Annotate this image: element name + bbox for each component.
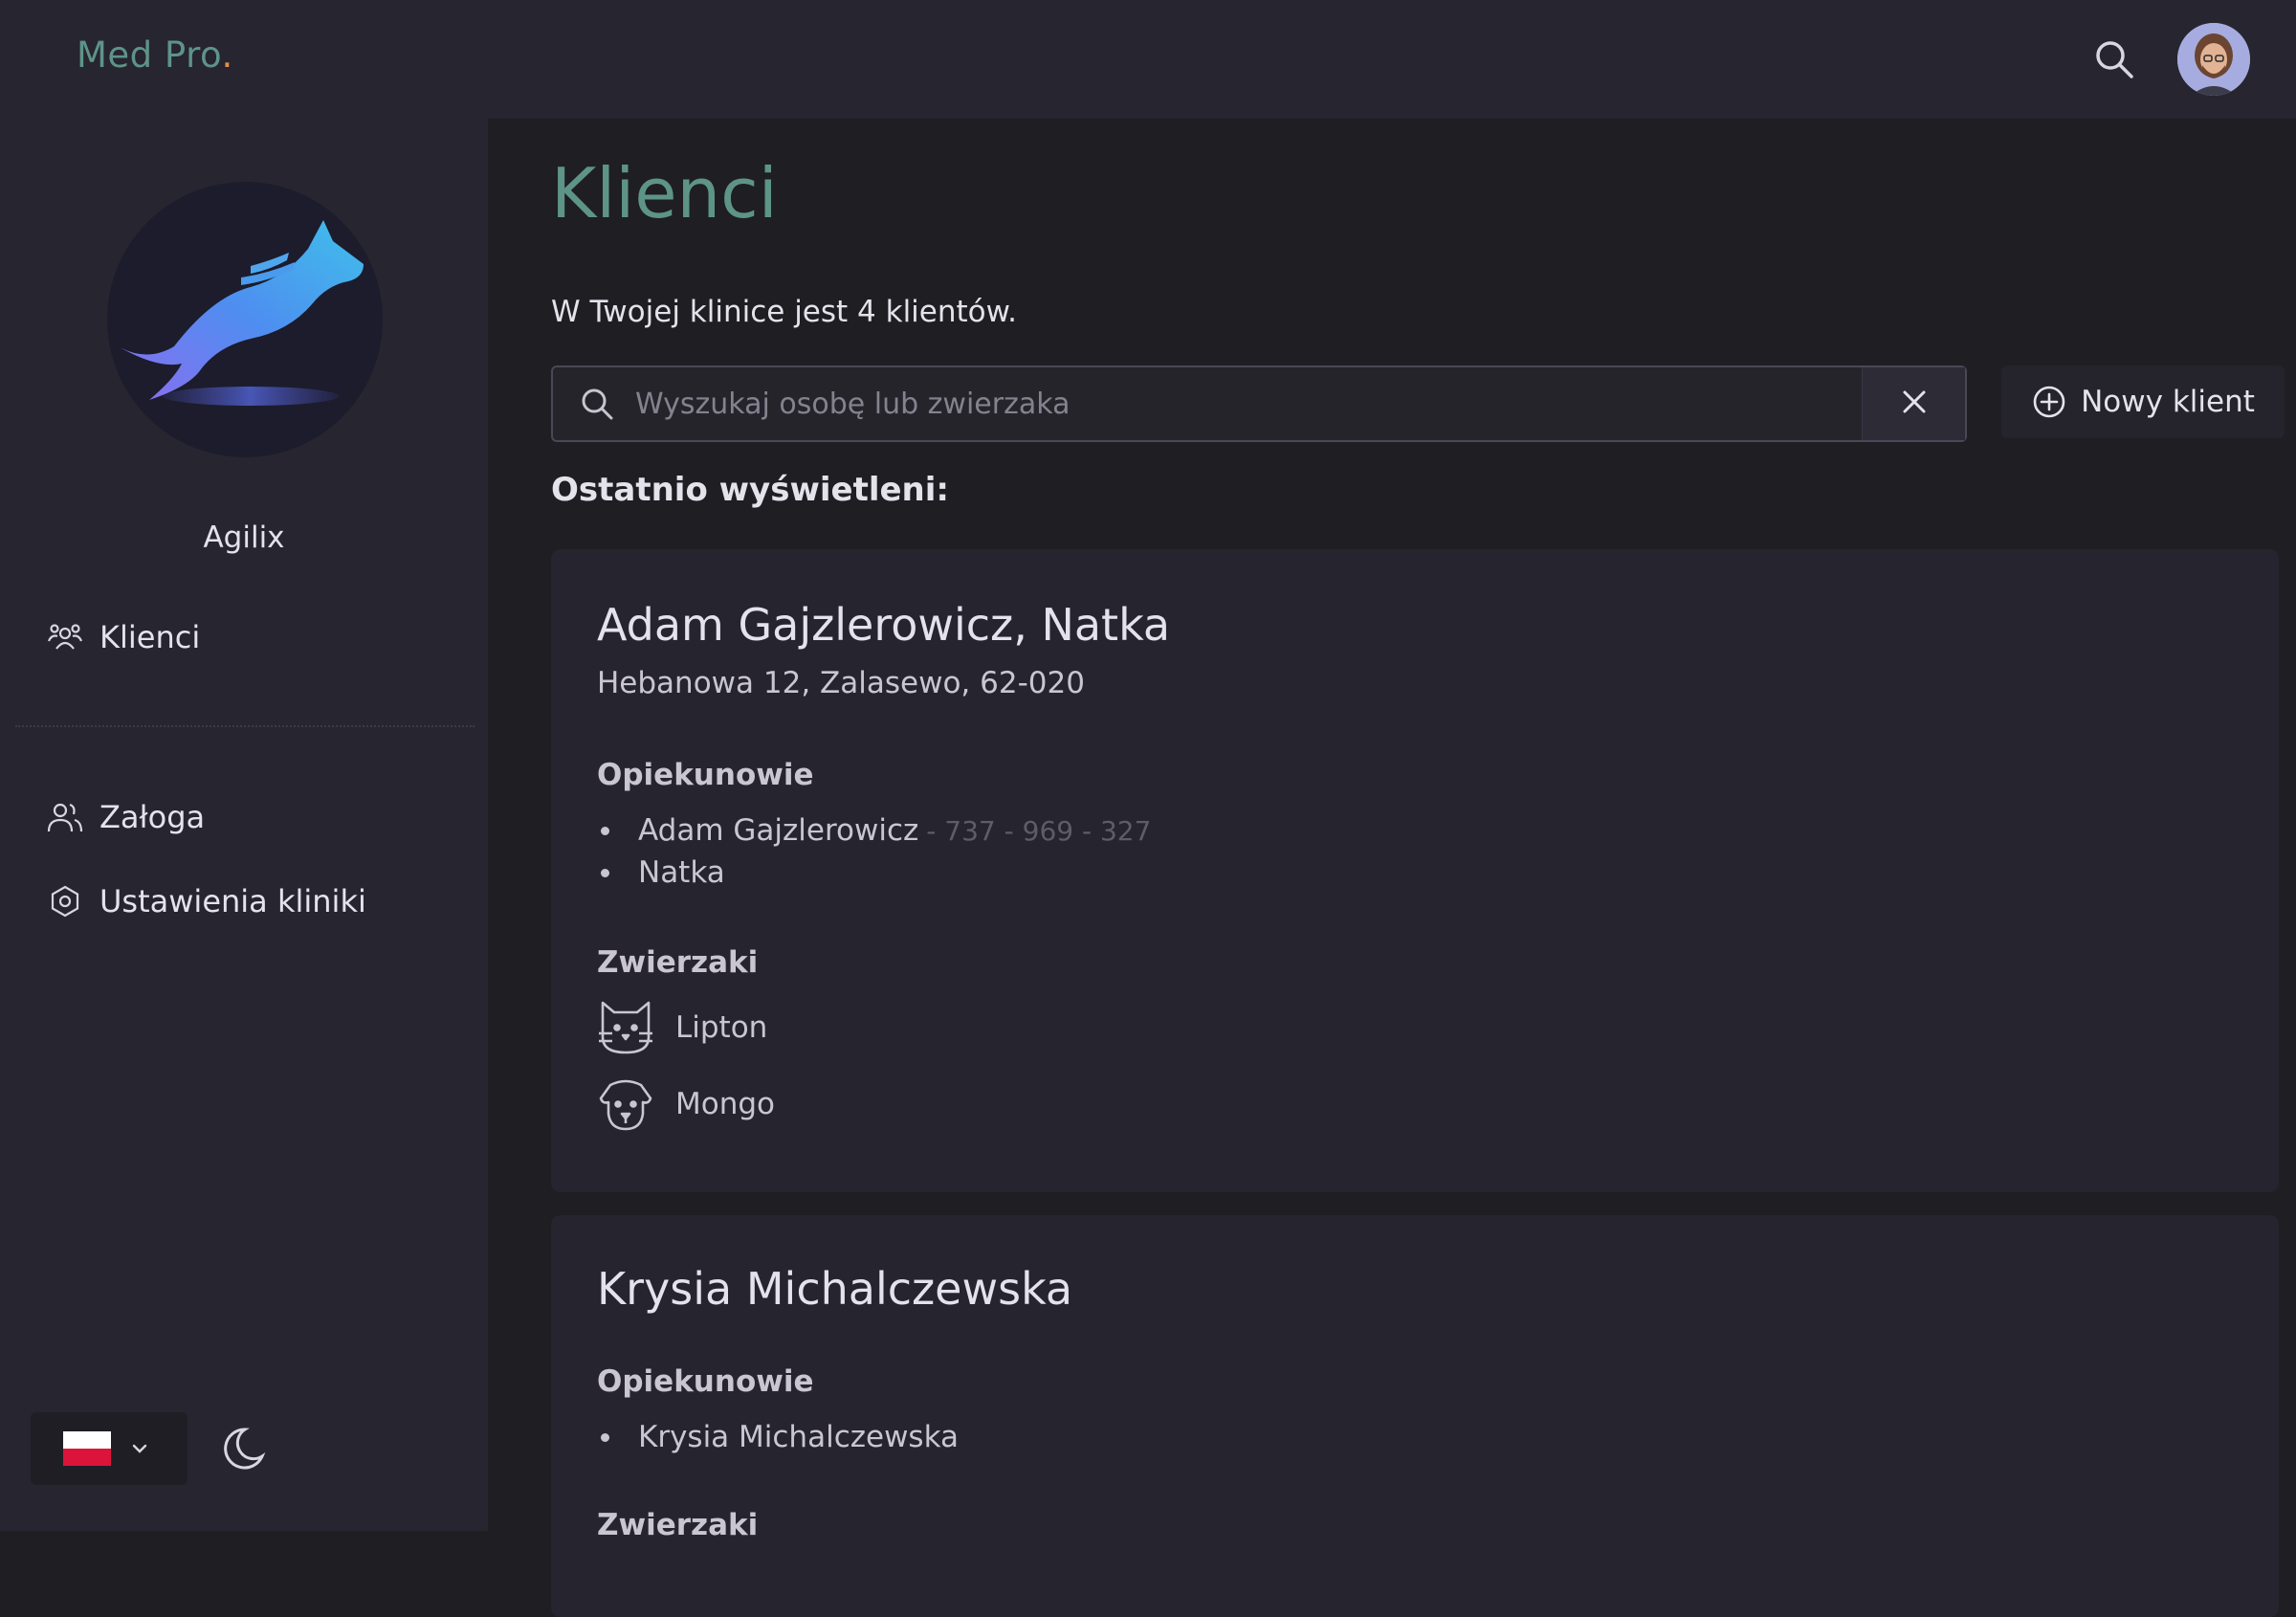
guardians-title: Opiekunowie <box>597 1364 814 1399</box>
guardian-item: Adam Gajzlerowicz - 737 - 969 - 327 <box>597 813 1151 848</box>
guardian-name: Natka <box>638 855 725 890</box>
clinic-name: Agilix <box>203 521 285 555</box>
poland-flag-icon <box>63 1431 111 1466</box>
pet-name: Mongo <box>675 1087 776 1121</box>
dog-icon <box>597 1075 654 1133</box>
guardian-item: Krysia Michalczewska <box>597 1420 959 1454</box>
guardian-name: Krysia Michalczewska <box>638 1420 959 1454</box>
brand-name: Med Pro <box>77 34 222 76</box>
guardian-phone: - 737 - 969 - 327 <box>926 814 1152 847</box>
client-name: Krysia Michalczewska <box>597 1263 1073 1315</box>
client-card[interactable]: Krysia Michalczewska Opiekunowie Krysia … <box>551 1215 2279 1617</box>
sidebar-item-zaloga[interactable]: Załoga <box>46 792 205 842</box>
sidebar-item-ustawienia-kliniki[interactable]: Ustawienia kliniki <box>46 876 366 926</box>
search-field[interactable] <box>551 365 1967 442</box>
close-icon <box>1900 388 1929 420</box>
language-select[interactable] <box>31 1412 188 1485</box>
search-icon[interactable] <box>2091 36 2137 82</box>
sidebar-item-label: Ustawienia kliniki <box>99 883 366 919</box>
cat-icon <box>597 999 654 1056</box>
settings-icon <box>46 882 84 920</box>
guardian-item: Natka <box>597 855 725 890</box>
chevron-down-icon <box>128 1437 151 1460</box>
new-client-label: Nowy klient <box>2081 385 2255 419</box>
page-title: Klienci <box>551 153 778 233</box>
clinic-logo <box>107 182 383 457</box>
pet-item[interactable]: Mongo <box>597 1075 775 1133</box>
pets-title: Zwierzaki <box>597 945 759 980</box>
brand-logo[interactable]: Med Pro. <box>77 34 233 76</box>
search-icon <box>578 385 616 423</box>
user-avatar[interactable] <box>2177 23 2250 96</box>
main-content: Klienci W Twojej klinice jest 4 klientów… <box>488 119 2296 1617</box>
sidebar: Agilix Klienci Załoga Ustawienia kliniki <box>0 119 488 1531</box>
recent-title: Ostatnio wyświetleni: <box>551 471 950 509</box>
plus-circle-icon <box>2031 384 2067 420</box>
moon-icon[interactable] <box>216 1422 270 1475</box>
sidebar-item-klienci[interactable]: Klienci <box>46 612 200 662</box>
client-name: Adam Gajzlerowicz, Natka <box>597 599 1171 651</box>
client-card[interactable]: Adam Gajzlerowicz, Natka Hebanowa 12, Za… <box>551 549 2279 1192</box>
team-icon <box>46 798 84 836</box>
clear-search-button[interactable] <box>1862 367 1965 440</box>
guardians-title: Opiekunowie <box>597 758 814 792</box>
pets-title: Zwierzaki <box>597 1508 759 1542</box>
search-input[interactable] <box>635 367 1862 440</box>
clients-count-text: W Twojej klinice jest 4 klientów. <box>551 295 1017 329</box>
top-bar: Med Pro. <box>0 0 2296 119</box>
new-client-button[interactable]: Nowy klient <box>2001 365 2285 438</box>
brand-dot: . <box>221 34 233 76</box>
sidebar-divider <box>15 725 475 727</box>
guardian-name: Adam Gajzlerowicz <box>638 813 919 848</box>
sidebar-item-label: Klienci <box>99 619 201 655</box>
pet-item[interactable]: Lipton <box>597 999 767 1056</box>
sidebar-item-label: Załoga <box>99 799 206 835</box>
clients-icon <box>46 618 84 656</box>
client-address: Hebanowa 12, Zalasewo, 62-020 <box>597 666 1085 700</box>
pet-name: Lipton <box>675 1010 768 1045</box>
